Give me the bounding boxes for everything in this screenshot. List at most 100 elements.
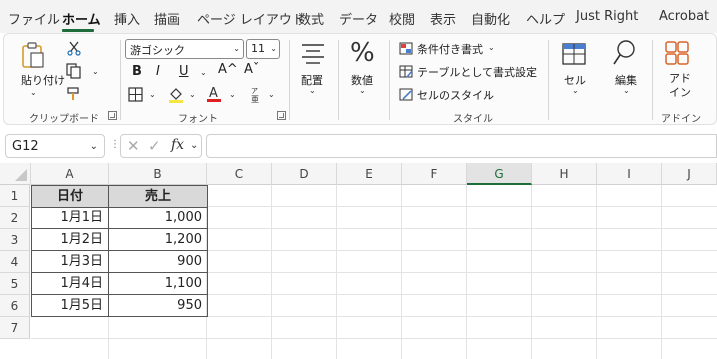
tab-home[interactable]: ホーム bbox=[62, 9, 101, 28]
column-divider bbox=[336, 185, 337, 359]
formula-bar: G12 ⌄ ⋮ ✕ ✓ fx ⌄ bbox=[0, 129, 717, 163]
fill-color-dropdown-icon[interactable]: ⌄ bbox=[189, 90, 196, 99]
format-as-table-button[interactable]: テーブルとして書式設定 bbox=[417, 64, 537, 80]
column-header-d[interactable]: D bbox=[272, 163, 337, 185]
tab-review[interactable]: 校閲 bbox=[389, 9, 415, 28]
table-cell-sales[interactable]: 950 bbox=[108, 295, 208, 317]
borders-icon[interactable] bbox=[128, 87, 143, 102]
tab-file[interactable]: ファイル bbox=[8, 9, 60, 28]
format-as-table-icon[interactable] bbox=[399, 65, 413, 78]
underline-dropdown-icon[interactable]: ⌄ bbox=[200, 68, 207, 77]
clipboard-launcher-icon[interactable] bbox=[108, 111, 117, 120]
cut-icon[interactable] bbox=[66, 40, 82, 56]
table-cell-date[interactable]: 1月2日 bbox=[31, 229, 109, 251]
insert-function-button[interactable]: fx bbox=[171, 137, 184, 153]
font-color-icon[interactable]: A bbox=[206, 85, 222, 103]
column-header-b[interactable]: B bbox=[109, 163, 207, 185]
table-cell-date[interactable]: 1月4日 bbox=[31, 273, 109, 295]
row-header-4[interactable]: 4 bbox=[0, 251, 30, 273]
copy-icon[interactable] bbox=[66, 63, 82, 79]
column-header-i[interactable]: I bbox=[597, 163, 662, 185]
table-cell-sales[interactable]: 1,100 bbox=[108, 273, 208, 295]
column-divider bbox=[661, 185, 662, 359]
column-header-j[interactable]: J bbox=[662, 163, 717, 185]
tab-view[interactable]: 表示 bbox=[430, 9, 456, 28]
cancel-icon[interactable]: ✕ bbox=[127, 137, 140, 155]
font-name-combo[interactable]: 游ゴシック ⌄ bbox=[125, 39, 244, 59]
tab-formulas[interactable]: 数式 bbox=[298, 9, 324, 28]
addin-button-label[interactable]: アド イン bbox=[669, 72, 691, 100]
row-header-7[interactable]: 7 bbox=[0, 317, 30, 339]
tab-page-layout[interactable]: ページ レイアウト bbox=[197, 9, 305, 28]
paste-button-label[interactable]: 貼り付け bbox=[21, 72, 65, 88]
row-header-6[interactable]: 6 bbox=[0, 295, 30, 317]
table-cell-date[interactable]: 1月5日 bbox=[31, 295, 109, 317]
tab-acrobat[interactable]: Acrobat bbox=[659, 9, 709, 24]
phonetic-dropdown-icon[interactable]: ⌄ bbox=[268, 90, 275, 99]
table-cell-sales[interactable]: 1,000 bbox=[108, 207, 208, 229]
tab-just-right[interactable]: Just Right bbox=[576, 9, 638, 24]
cell-style-icon[interactable] bbox=[399, 88, 413, 101]
name-box-value: G12 bbox=[12, 139, 39, 154]
tab-draw[interactable]: 描画 bbox=[154, 9, 180, 28]
paste-icon[interactable] bbox=[21, 41, 45, 69]
tab-data[interactable]: データ bbox=[339, 9, 378, 28]
table-cell-date[interactable]: 1月1日 bbox=[31, 207, 109, 229]
column-header-h[interactable]: H bbox=[532, 163, 597, 185]
paste-dropdown-icon[interactable]: ⌄ bbox=[30, 88, 37, 97]
row-header-1[interactable]: 1 bbox=[0, 185, 30, 207]
copy-dropdown-icon[interactable]: ⌄ bbox=[92, 67, 99, 76]
column-header-a[interactable]: A bbox=[31, 163, 109, 185]
shrink-font-button[interactable]: Aˇ bbox=[244, 62, 259, 77]
addin-icon[interactable] bbox=[664, 40, 690, 66]
editing-dropdown-icon[interactable]: ⌄ bbox=[623, 86, 630, 95]
number-dropdown-icon[interactable]: ⌄ bbox=[359, 86, 366, 95]
phonetic-guide-icon[interactable]: ア 亜 bbox=[248, 86, 262, 104]
percent-icon[interactable]: % bbox=[350, 38, 375, 68]
row-header-5[interactable]: 5 bbox=[0, 273, 30, 295]
bold-button[interactable]: B bbox=[132, 64, 142, 79]
select-all-corner[interactable] bbox=[0, 163, 31, 185]
table-cell-sales[interactable]: 1,200 bbox=[108, 229, 208, 251]
alignment-dropdown-icon[interactable]: ⌄ bbox=[309, 86, 316, 95]
grow-font-button[interactable]: A^ bbox=[218, 62, 238, 77]
font-size-combo[interactable]: 11 ⌄ bbox=[246, 39, 280, 59]
tab-help[interactable]: ヘルプ bbox=[526, 9, 565, 28]
underline-button[interactable]: U bbox=[179, 64, 189, 79]
italic-button[interactable]: I bbox=[156, 64, 160, 79]
format-painter-icon[interactable] bbox=[66, 86, 82, 102]
column-header-f[interactable]: F bbox=[402, 163, 467, 185]
table-cell-date[interactable]: 1月3日 bbox=[31, 251, 109, 273]
table-header-date[interactable]: 日付 bbox=[31, 185, 109, 208]
font-name-value: 游ゴシック bbox=[130, 44, 185, 57]
font-group-label: フォント bbox=[178, 114, 218, 125]
table-cell-sales[interactable]: 900 bbox=[108, 251, 208, 273]
chevron-down-icon: ⌄ bbox=[488, 43, 495, 52]
enter-icon[interactable]: ✓ bbox=[148, 137, 161, 155]
svg-text:A: A bbox=[209, 86, 218, 101]
clipboard-group-label: クリップボード bbox=[29, 114, 99, 125]
chevron-down-icon: ⌄ bbox=[190, 140, 199, 151]
cells-dropdown-icon[interactable]: ⌄ bbox=[572, 86, 579, 95]
column-header-c[interactable]: C bbox=[207, 163, 272, 185]
alignment-icon[interactable] bbox=[300, 42, 326, 64]
conditional-format-icon[interactable] bbox=[399, 42, 413, 55]
fill-color-icon[interactable] bbox=[168, 86, 184, 103]
search-icon[interactable] bbox=[612, 38, 638, 66]
borders-dropdown-icon[interactable]: ⌄ bbox=[149, 90, 156, 99]
cells-icon[interactable] bbox=[561, 40, 587, 66]
font-launcher-icon[interactable] bbox=[277, 111, 286, 120]
row-header-3[interactable]: 3 bbox=[0, 229, 30, 251]
row-header-2[interactable]: 2 bbox=[0, 207, 30, 229]
tab-automate[interactable]: 自動化 bbox=[471, 9, 510, 28]
more-options-icon[interactable]: ⋮ bbox=[110, 139, 120, 150]
conditional-format-button[interactable]: 条件付き書式 bbox=[417, 41, 483, 57]
tab-insert[interactable]: 挿入 bbox=[114, 9, 140, 28]
formula-input[interactable] bbox=[206, 134, 717, 158]
table-header-sales[interactable]: 売上 bbox=[108, 185, 208, 208]
column-header-e[interactable]: E bbox=[337, 163, 402, 185]
name-box[interactable]: G12 ⌄ bbox=[5, 134, 105, 158]
cell-style-button[interactable]: セルのスタイル bbox=[417, 87, 494, 103]
column-header-g[interactable]: G bbox=[467, 163, 532, 185]
font-color-dropdown-icon[interactable]: ⌄ bbox=[229, 90, 236, 99]
